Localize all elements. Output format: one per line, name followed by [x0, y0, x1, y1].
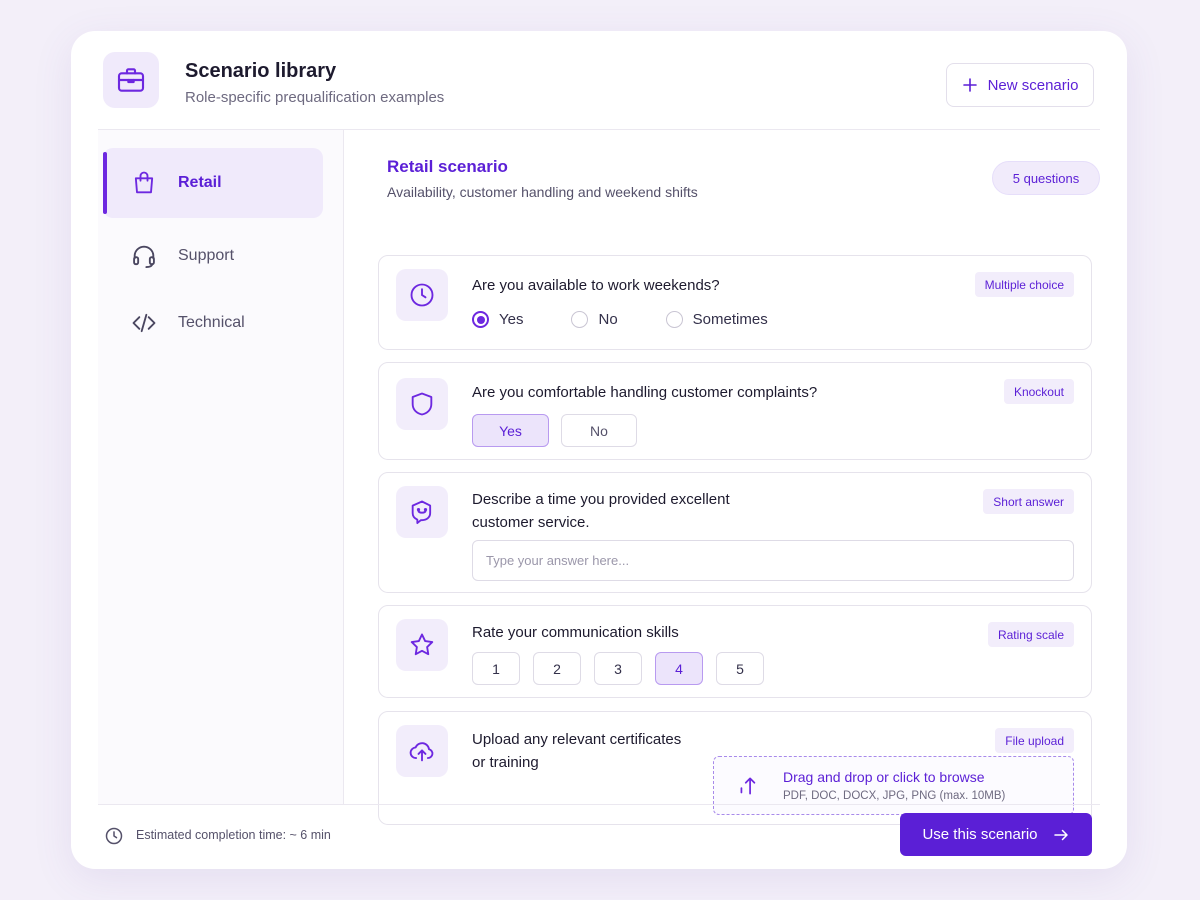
answer-yes-button[interactable]: Yes	[472, 414, 549, 447]
arrow-right-icon	[1052, 826, 1070, 844]
question-type-tag: Knockout	[1003, 379, 1074, 404]
radio-option-sometimes[interactable]: Sometimes	[665, 311, 768, 328]
rating-scale: 1 2 3 4 5	[472, 652, 764, 685]
question-card: Describe a time you provided excellent c…	[378, 472, 1092, 593]
clock-icon	[104, 826, 124, 846]
shopping-bag-icon	[130, 169, 158, 197]
radio-option-no[interactable]: No	[571, 311, 618, 328]
radio-group: Yes No Sometimes	[472, 311, 816, 328]
chat-icon	[396, 486, 448, 538]
question-type-tag: Short answer	[983, 489, 1074, 514]
header: Scenario library Role-specific prequalif…	[71, 31, 1127, 130]
radio-unchecked-icon	[571, 311, 589, 328]
radio-option-yes[interactable]: Yes	[472, 311, 523, 328]
question-text-line: or training	[472, 754, 539, 771]
question-type-tag: Multiple choice	[974, 272, 1074, 297]
short-answer-input[interactable]	[472, 540, 1074, 581]
question-text: Are you comfortable handling customer co…	[472, 384, 818, 401]
question-type-tag: File upload	[995, 728, 1074, 753]
sidebar-item-retail[interactable]: Retail	[103, 148, 323, 218]
file-dropzone[interactable]: Drag and drop or click to browse PDF, DO…	[713, 756, 1074, 815]
new-scenario-button[interactable]: New scenario	[946, 63, 1094, 107]
rating-option-3[interactable]: 3	[594, 652, 642, 685]
sidebar-item-label: Support	[178, 247, 235, 264]
question-card: Are you available to work weekends? Mult…	[378, 255, 1092, 350]
clock-icon	[396, 269, 448, 321]
cloud-upload-icon	[396, 725, 448, 777]
sidebar-item-technical[interactable]: Technical	[103, 288, 323, 358]
question-text: Are you available to work weekends?	[472, 277, 720, 294]
completion-estimate: Estimated completion time: ~ 6 min	[136, 828, 331, 842]
answer-no-button[interactable]: No	[561, 414, 637, 447]
rating-option-1[interactable]: 1	[472, 652, 520, 685]
rating-option-2[interactable]: 2	[533, 652, 581, 685]
question-text-line: Describe a time you provided excellent	[472, 491, 730, 508]
sidebar-item-label: Technical	[178, 314, 245, 331]
scenario-subtitle: Availability, customer handling and week…	[387, 184, 698, 200]
headset-icon	[130, 242, 158, 270]
question-card: Upload any relevant certificates or trai…	[378, 711, 1092, 825]
sidebar: Retail Support Technical	[98, 130, 344, 804]
use-scenario-label: Use this scenario	[922, 826, 1038, 843]
question-text-line: customer service.	[472, 514, 590, 531]
page-subtitle: Role-specific prequalification examples	[185, 89, 445, 106]
scenario-title: Retail scenario	[387, 157, 508, 176]
question-count-badge: 5 questions	[992, 161, 1100, 195]
shield-icon	[396, 378, 448, 430]
sidebar-item-support[interactable]: Support	[103, 221, 323, 291]
dropzone-hint: PDF, DOC, DOCX, JPG, PNG (max. 10MB)	[783, 790, 1006, 802]
question-text: Describe a time you provided excellent c…	[472, 488, 730, 534]
radio-unchecked-icon	[665, 311, 683, 328]
use-scenario-button[interactable]: Use this scenario	[900, 813, 1092, 856]
plus-icon	[962, 77, 978, 93]
radio-label: No	[598, 311, 618, 328]
rating-option-4[interactable]: 4	[655, 652, 703, 685]
upload-arrow-icon	[736, 773, 762, 799]
question-card: Are you comfortable handling customer co…	[378, 362, 1092, 460]
briefcase-icon	[103, 52, 159, 108]
new-scenario-label: New scenario	[987, 76, 1079, 94]
question-card: Rate your communication skills Rating sc…	[378, 605, 1092, 698]
rating-option-5[interactable]: 5	[716, 652, 764, 685]
radio-label: Yes	[499, 311, 524, 328]
page-title: Scenario library	[185, 60, 337, 82]
dropzone-title: Drag and drop or click to browse	[783, 769, 985, 785]
radio-label: Sometimes	[692, 311, 768, 328]
star-icon	[396, 619, 448, 671]
sidebar-item-label: Retail	[178, 174, 222, 191]
code-icon	[130, 309, 158, 337]
question-text: Rate your communication skills	[472, 624, 679, 641]
question-text-line: Upload any relevant certificates	[472, 731, 682, 748]
radio-checked-icon	[472, 311, 489, 328]
question-text: Upload any relevant certificates or trai…	[472, 728, 681, 774]
scenario-library-card: Scenario library Role-specific prequalif…	[71, 31, 1127, 869]
footer-divider	[98, 804, 1100, 805]
question-type-tag: Rating scale	[987, 622, 1074, 647]
scenario-panel: Retail scenario Availability, customer h…	[378, 130, 1100, 825]
